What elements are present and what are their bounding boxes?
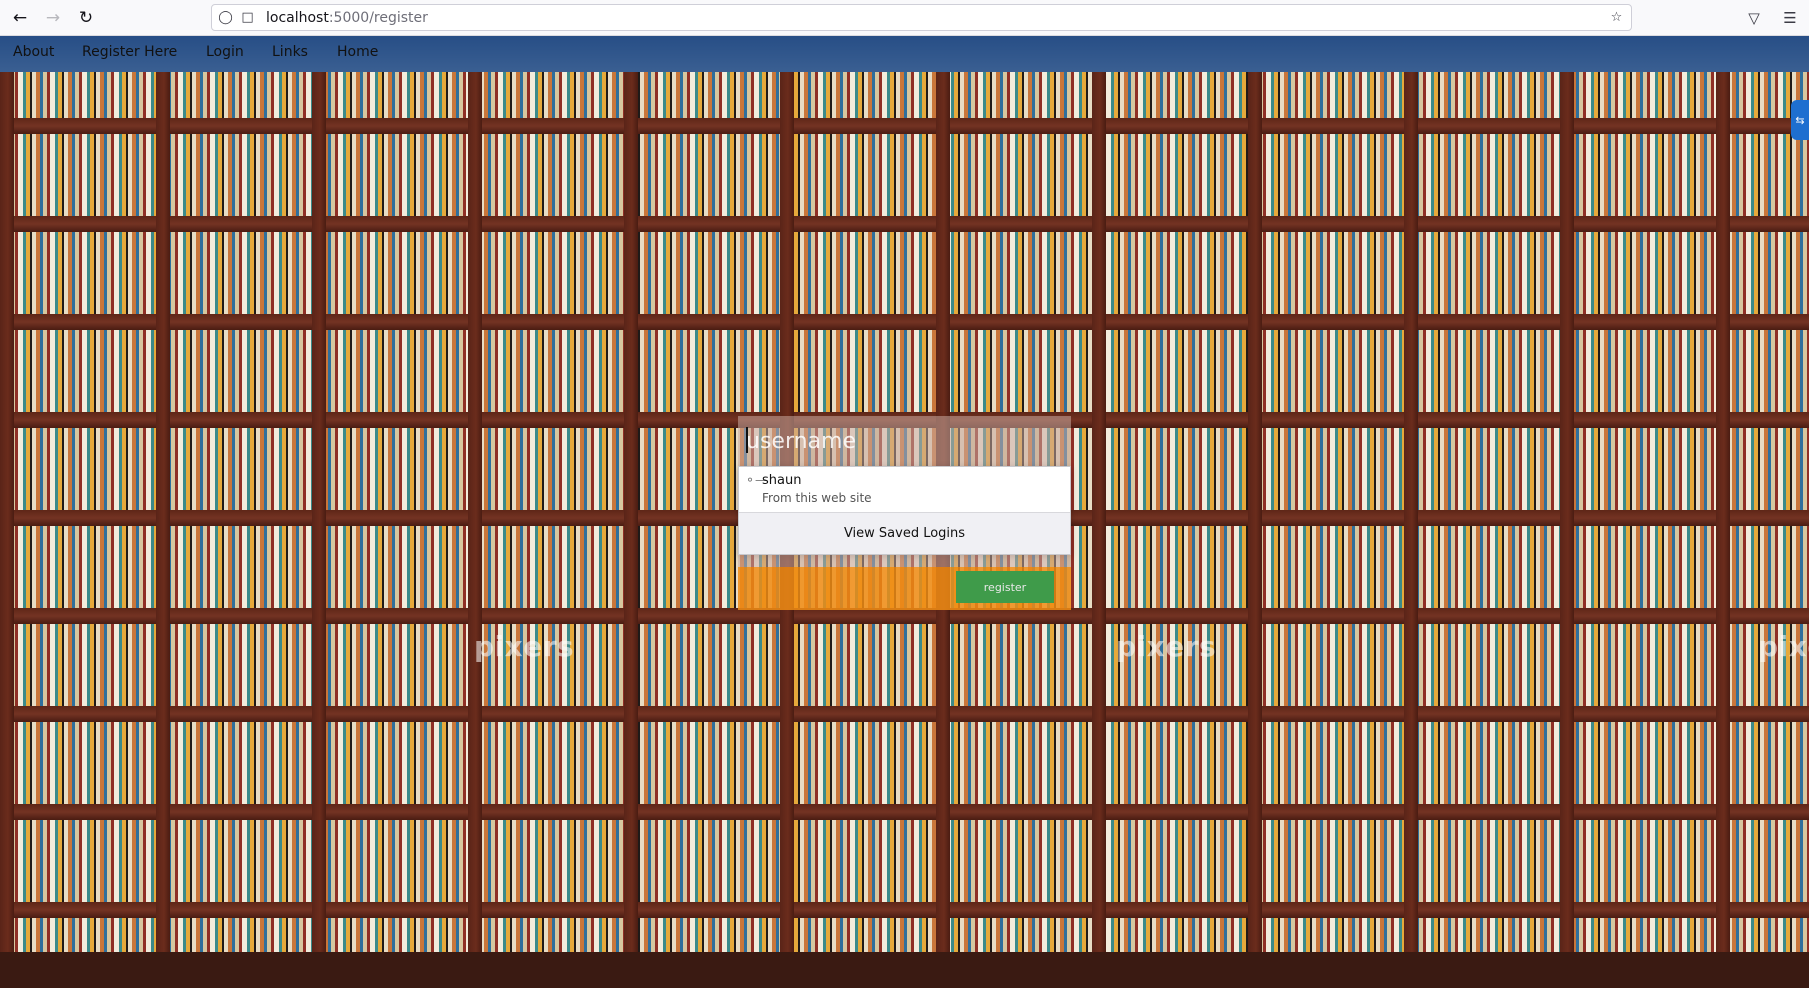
autocomplete-popup: ⚬— shaun From this web site View Saved L… bbox=[738, 466, 1071, 555]
register-form: ⚬— shaun From this web site View Saved L… bbox=[738, 416, 1071, 610]
address-bar[interactable]: ◯ □ localhost:5000/register ☆ bbox=[211, 4, 1632, 31]
url-host: localhost bbox=[266, 10, 329, 26]
nav-link-about[interactable]: About bbox=[13, 44, 54, 60]
reload-icon[interactable]: ↻ bbox=[74, 6, 98, 30]
page-icon[interactable]: □ bbox=[239, 9, 256, 26]
password-input[interactable] bbox=[738, 555, 1071, 567]
bookmark-star-icon[interactable]: ☆ bbox=[1608, 9, 1625, 26]
text-caret bbox=[746, 427, 748, 453]
tracking-shield-icon[interactable]: ◯ bbox=[217, 9, 234, 26]
forward-arrow-icon[interactable]: → bbox=[41, 6, 65, 30]
username-input[interactable] bbox=[738, 416, 1071, 466]
pocket-icon[interactable]: ▽ bbox=[1742, 6, 1766, 30]
nav-link-links[interactable]: Links bbox=[272, 44, 308, 60]
site-nav-bar: About Register Here Login Links Home bbox=[0, 36, 1809, 72]
extension-side-tab-icon[interactable]: ⇆ bbox=[1791, 100, 1809, 140]
view-saved-logins-button[interactable]: View Saved Logins bbox=[739, 512, 1070, 554]
back-arrow-icon[interactable]: ← bbox=[8, 6, 32, 30]
watermark-logo: pixers bbox=[1116, 630, 1217, 663]
saved-login-username: shaun bbox=[762, 473, 802, 488]
saved-login-item[interactable]: ⚬— shaun From this web site bbox=[739, 467, 1070, 512]
watermark-logo: pixers bbox=[474, 630, 575, 663]
register-button[interactable]: register bbox=[956, 571, 1054, 603]
url-path: :5000/register bbox=[328, 10, 428, 26]
nav-link-register[interactable]: Register Here bbox=[82, 44, 177, 60]
nav-link-home[interactable]: Home bbox=[337, 44, 378, 60]
url-text[interactable]: localhost:5000/register bbox=[266, 10, 428, 26]
hamburger-menu-icon[interactable]: ☰ bbox=[1778, 6, 1802, 30]
browser-toolbar: ← → ↻ ◯ □ localhost:5000/register ☆ ▽ ☰ bbox=[0, 0, 1809, 36]
nav-link-login[interactable]: Login bbox=[206, 44, 244, 60]
saved-login-origin: From this web site bbox=[762, 491, 872, 505]
watermark-logo: pixers bbox=[1758, 630, 1809, 663]
